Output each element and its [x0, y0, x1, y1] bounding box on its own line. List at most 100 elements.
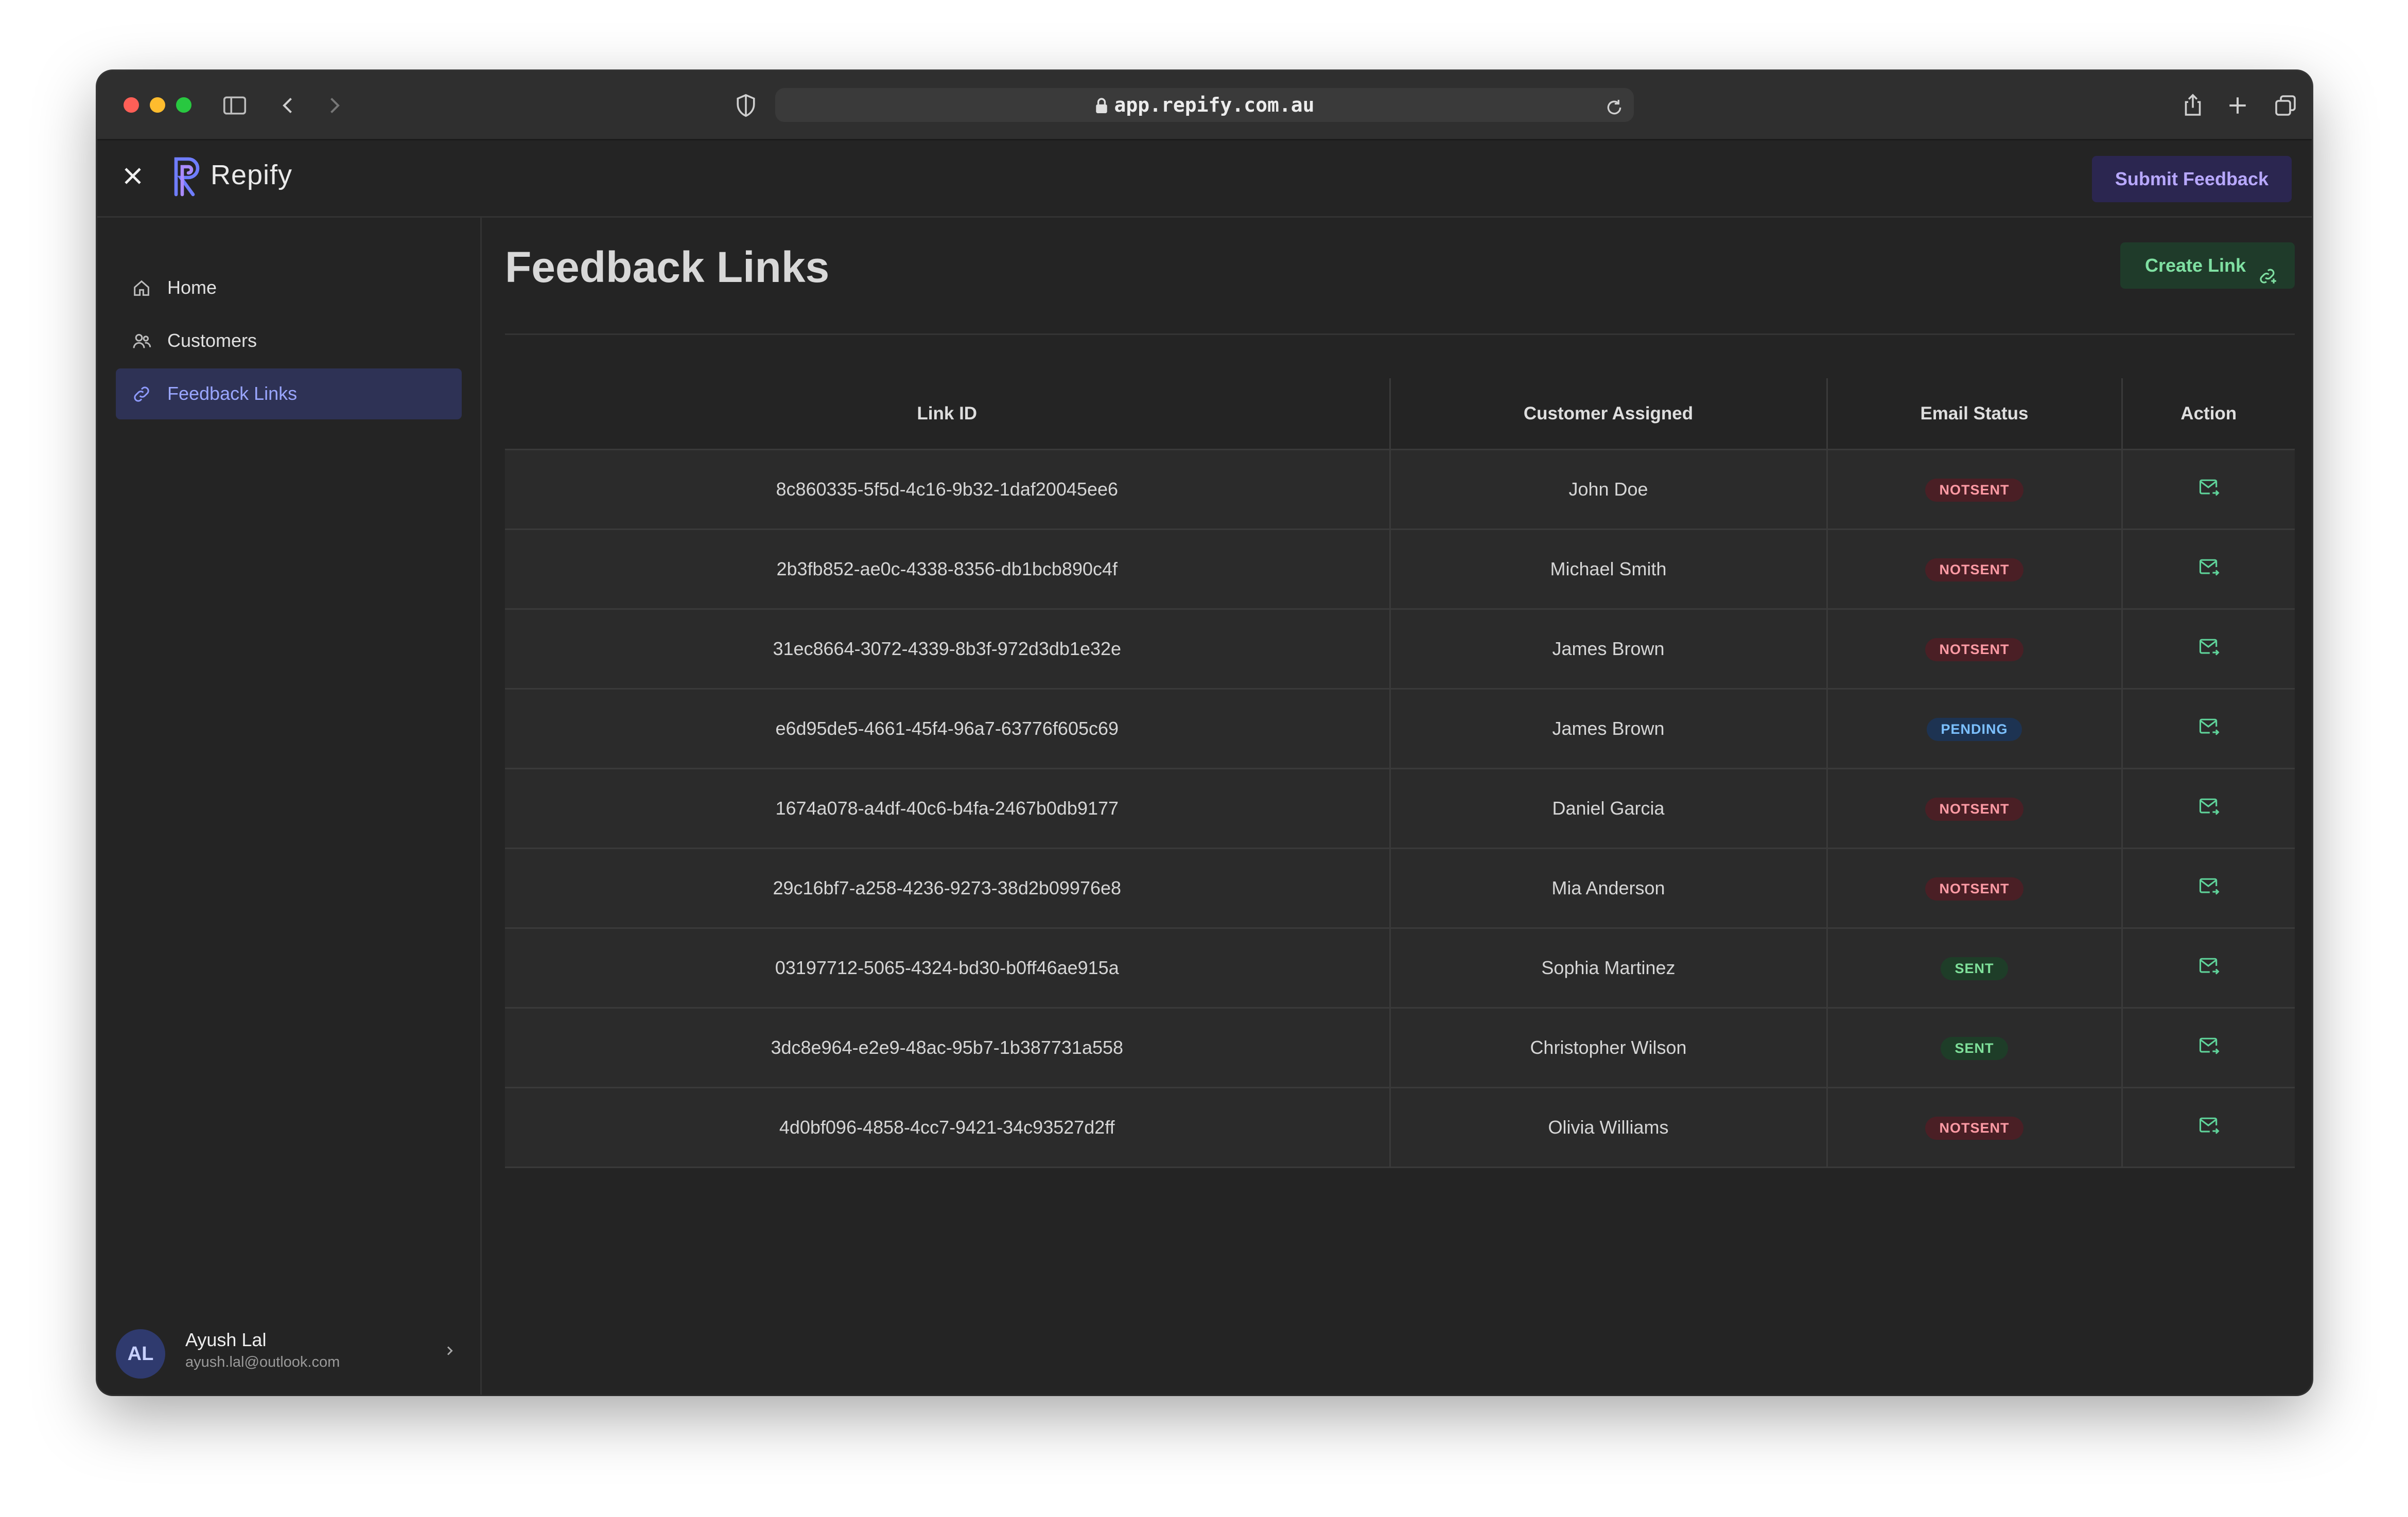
- table-row: 31ec8664-3072-4339-8b3f-972d3db1e32e Jame…: [505, 609, 2295, 690]
- link-id-cell[interactable]: 03197712-5065-4324-bd30-b0ff46ae915a: [505, 928, 1390, 1009]
- column-header-action: Action: [2121, 378, 2295, 450]
- url-text: app.repify.com.au: [1114, 94, 1315, 116]
- browser-window: app.repify.com.au Repify Submit Feedback: [97, 71, 2312, 1395]
- email-status-cell: NOTSENT: [1826, 529, 2122, 610]
- customer-cell: Daniel Garcia: [1389, 768, 1827, 849]
- send-email-icon[interactable]: [2197, 1114, 2220, 1141]
- send-email-icon[interactable]: [2197, 715, 2220, 743]
- new-tab-icon[interactable]: [2224, 92, 2252, 119]
- send-email-icon[interactable]: [2197, 636, 2220, 663]
- link-id-cell[interactable]: 8c860335-5f5d-4c16-9b32-1daf20045ee6: [505, 449, 1390, 530]
- sidebar-item-feedback-links[interactable]: Feedback Links: [116, 368, 462, 419]
- close-window-button[interactable]: [124, 97, 139, 113]
- customer-cell: Mia Anderson: [1389, 848, 1827, 929]
- email-status-cell: NOTSENT: [1826, 848, 2122, 929]
- link-id-cell[interactable]: e6d95de5-4661-45f4-96a7-63776f605c69: [505, 689, 1390, 769]
- app-header: Repify Submit Feedback: [97, 140, 2312, 218]
- action-cell: [2121, 609, 2295, 690]
- status-badge: NOTSENT: [1925, 478, 2023, 502]
- action-cell: [2121, 848, 2295, 929]
- create-link-button[interactable]: Create Link: [2120, 242, 2295, 289]
- action-cell: [2121, 449, 2295, 530]
- email-status-cell: SENT: [1826, 928, 2122, 1009]
- forward-icon[interactable]: [320, 92, 347, 119]
- tab-overview-icon[interactable]: [2272, 92, 2299, 119]
- share-icon[interactable]: [2179, 92, 2207, 119]
- link-icon: [131, 384, 152, 407]
- table-row: 3dc8e964-e2e9-48ac-95b7-1b387731a558 Chri…: [505, 1008, 2295, 1088]
- status-badge: SENT: [1941, 1036, 2008, 1060]
- sidebar-item-customers[interactable]: Customers: [116, 315, 462, 366]
- sidebar-item-label: Home: [167, 277, 217, 298]
- send-email-icon[interactable]: [2197, 1034, 2220, 1062]
- sidebar-item-label: Feedback Links: [167, 383, 298, 404]
- column-header-link-id[interactable]: Link ID: [505, 378, 1390, 450]
- user-profile[interactable]: AL Ayush Lal ayush.lal@outlook.com: [116, 1323, 462, 1382]
- link-id-cell[interactable]: 2b3fb852-ae0c-4338-8356-db1bcb890c4f: [505, 529, 1390, 610]
- lock-icon: [1095, 90, 1108, 124]
- send-email-icon[interactable]: [2197, 795, 2220, 822]
- email-status-cell: NOTSENT: [1826, 768, 2122, 849]
- sidebar-item-home[interactable]: Home: [116, 262, 462, 313]
- link-id-cell[interactable]: 29c16bf7-a258-4236-9273-38d2b09976e8: [505, 848, 1390, 929]
- email-status-cell: NOTSENT: [1826, 609, 2122, 690]
- link-id-cell[interactable]: 4d0bf096-4858-4cc7-9421-34c93527d2ff: [505, 1087, 1390, 1168]
- status-badge: NOTSENT: [1925, 877, 2023, 901]
- send-email-icon[interactable]: [2197, 556, 2220, 583]
- back-icon[interactable]: [275, 92, 303, 119]
- customer-cell: James Brown: [1389, 609, 1827, 690]
- repify-logo-icon: [170, 154, 207, 200]
- page-title: Feedback Links: [505, 243, 830, 291]
- table-row: 29c16bf7-a258-4236-9273-38d2b09976e8 Mia …: [505, 848, 2295, 929]
- close-icon[interactable]: [120, 164, 145, 191]
- main-content: Feedback Links Create Link Link ID Custo…: [482, 218, 2312, 1395]
- customer-cell: Michael Smith: [1389, 529, 1827, 610]
- divider: [505, 333, 2295, 335]
- table-row: 8c860335-5f5d-4c16-9b32-1daf20045ee6 John…: [505, 449, 2295, 530]
- action-cell: [2121, 689, 2295, 769]
- link-id-cell[interactable]: 1674a078-a4df-40c6-b4fa-2467b0db9177: [505, 768, 1390, 849]
- send-email-icon[interactable]: [2197, 875, 2220, 902]
- send-email-icon[interactable]: [2197, 955, 2220, 982]
- customer-cell: Christopher Wilson: [1389, 1008, 1827, 1088]
- brand-name: Repify: [211, 160, 293, 190]
- email-status-cell: NOTSENT: [1826, 449, 2122, 530]
- email-status-cell: NOTSENT: [1826, 1087, 2122, 1168]
- status-badge: NOTSENT: [1925, 558, 2023, 581]
- feedback-links-table: Link ID Customer Assigned Email Status A…: [505, 378, 2295, 1168]
- users-icon: [131, 331, 152, 354]
- add-link-icon: [2258, 256, 2278, 302]
- avatar: AL: [116, 1329, 165, 1379]
- reload-icon[interactable]: [1604, 94, 1625, 128]
- address-bar[interactable]: app.repify.com.au: [775, 88, 1634, 122]
- privacy-shield-icon[interactable]: [732, 92, 760, 119]
- customer-cell: James Brown: [1389, 689, 1827, 769]
- submit-feedback-button[interactable]: Submit Feedback: [2091, 156, 2292, 202]
- maximize-window-button[interactable]: [176, 97, 191, 113]
- status-badge: NOTSENT: [1925, 797, 2023, 821]
- sidebar-toggle-icon[interactable]: [221, 92, 249, 119]
- chevron-right-icon: [440, 1342, 459, 1363]
- status-badge: NOTSENT: [1925, 1116, 2023, 1140]
- home-icon: [131, 278, 152, 301]
- customer-cell: Sophia Martinez: [1389, 928, 1827, 1009]
- email-status-cell: SENT: [1826, 1008, 2122, 1088]
- table-row: 1674a078-a4df-40c6-b4fa-2467b0db9177 Dani…: [505, 768, 2295, 849]
- action-cell: [2121, 1008, 2295, 1088]
- table-row: 4d0bf096-4858-4cc7-9421-34c93527d2ff Oliv…: [505, 1087, 2295, 1168]
- column-header-email-status[interactable]: Email Status: [1826, 378, 2122, 450]
- table-row: 2b3fb852-ae0c-4338-8356-db1bcb890c4f Mich…: [505, 529, 2295, 610]
- column-header-customer[interactable]: Customer Assigned: [1389, 378, 1827, 450]
- sidebar-item-label: Customers: [167, 330, 257, 351]
- customer-cell: Olivia Williams: [1389, 1087, 1827, 1168]
- action-cell: [2121, 768, 2295, 849]
- user-email: ayush.lal@outlook.com: [185, 1354, 340, 1370]
- link-id-cell[interactable]: 3dc8e964-e2e9-48ac-95b7-1b387731a558: [505, 1008, 1390, 1088]
- minimize-window-button[interactable]: [150, 97, 165, 113]
- user-name: Ayush Lal: [185, 1329, 267, 1350]
- status-badge: PENDING: [1927, 717, 2022, 741]
- status-badge: NOTSENT: [1925, 638, 2023, 661]
- link-id-cell[interactable]: 31ec8664-3072-4339-8b3f-972d3db1e32e: [505, 609, 1390, 690]
- action-cell: [2121, 928, 2295, 1009]
- send-email-icon[interactable]: [2197, 476, 2220, 503]
